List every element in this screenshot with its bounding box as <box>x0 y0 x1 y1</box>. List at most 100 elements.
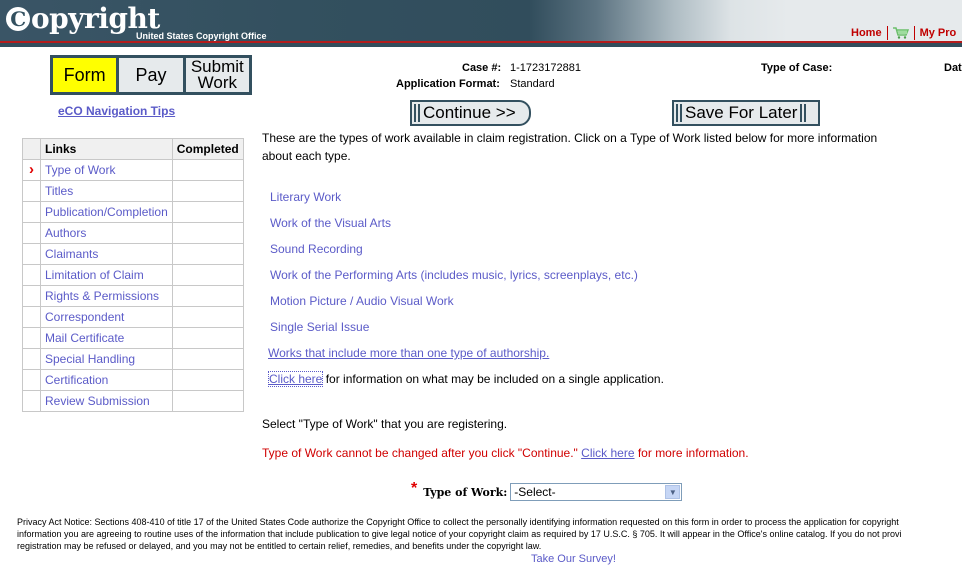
current-marker-cell <box>22 180 41 202</box>
save-button-label: Save For Later <box>685 103 798 122</box>
type-of-work-select[interactable]: -Select- ▼ <box>510 483 683 501</box>
continue-button[interactable]: Continue >> <box>410 100 531 126</box>
current-marker-cell <box>22 369 41 391</box>
current-marker-cell: › <box>22 159 41 181</box>
completed-cell <box>171 222 244 244</box>
save-for-later-button[interactable]: Save For Later <box>672 100 820 126</box>
home-link[interactable]: Home <box>851 27 882 39</box>
completed-cell <box>171 285 244 307</box>
completed-cell <box>171 306 244 328</box>
links-table-row: Rights & Permissions <box>22 285 244 307</box>
sidebar-link[interactable]: Mail Certificate <box>40 327 173 349</box>
work-type-link[interactable]: Literary Work <box>270 188 638 214</box>
single-application-text: for information on what may be included … <box>322 372 664 386</box>
header-bottom-bar <box>0 43 962 47</box>
chevron-down-icon[interactable]: ▼ <box>665 485 681 499</box>
current-marker-cell <box>22 390 41 412</box>
current-marker-cell <box>22 264 41 286</box>
type-of-work-selected-value: -Select- <box>514 485 556 499</box>
sidebar-link[interactable]: Certification <box>40 369 173 391</box>
completed-cell <box>171 264 244 286</box>
sidebar-link[interactable]: Titles <box>40 180 173 202</box>
button-grip-icon <box>414 104 420 122</box>
current-marker-cell <box>22 327 41 349</box>
work-type-link[interactable]: Work of the Visual Arts <box>270 214 638 240</box>
logo-subtitle: United States Copyright Office <box>136 31 267 41</box>
button-grip-icon <box>800 104 807 122</box>
sidebar-link[interactable]: Authors <box>40 222 173 244</box>
warning-text: Type of Work cannot be changed after you… <box>262 446 582 460</box>
completed-cell <box>171 348 244 370</box>
links-table: Links Completed › Type of Work Titles Publi… <box>22 138 244 412</box>
navigation-tips-link[interactable]: eCO Navigation Tips <box>58 104 175 118</box>
completed-cell <box>171 369 244 391</box>
application-format-value: Standard <box>510 78 555 90</box>
completed-cell <box>171 243 244 265</box>
current-marker-cell <box>22 201 41 223</box>
single-application-click-here-link[interactable]: Click here <box>267 371 324 387</box>
single-application-info: Click here for information on what may b… <box>267 371 664 387</box>
step-pay[interactable]: Pay <box>119 58 183 92</box>
sidebar-link[interactable]: Special Handling <box>40 348 173 370</box>
step-form[interactable]: Form <box>53 58 117 92</box>
type-of-work-warning: Type of Work cannot be changed after you… <box>262 446 749 460</box>
step-submit-work[interactable]: Submit Work <box>185 57 249 92</box>
step-submit-work-label: Submit Work <box>190 57 244 92</box>
links-table-row: Authors <box>22 222 244 244</box>
privacy-notice-line: registration may be refused or delayed, … <box>17 541 542 551</box>
links-table-row: Limitation of Claim <box>22 264 244 286</box>
sidebar-link[interactable]: Rights & Permissions <box>40 285 173 307</box>
sidebar-link[interactable]: Publication/Completion <box>40 201 173 223</box>
links-table-row: Titles <box>22 180 244 202</box>
current-marker-cell <box>22 348 41 370</box>
shopping-cart-icon[interactable] <box>892 27 909 39</box>
type-of-work-label: Type of Work: <box>423 485 508 499</box>
warning-text-after: for more information. <box>634 446 749 460</box>
work-type-link[interactable]: Motion Picture / Audio Visual Work <box>270 292 638 318</box>
type-of-case-label: Type of Case: <box>761 62 833 74</box>
links-table-row: Special Handling <box>22 348 244 370</box>
multiple-authorship-link[interactable]: Works that include more than one type of… <box>268 346 549 360</box>
sidebar-link[interactable]: Type of Work <box>40 159 173 181</box>
links-column-header: Links <box>40 138 173 160</box>
application-format-label: Application Format: <box>396 78 500 90</box>
button-grip-icon <box>676 104 682 122</box>
links-table-row: Mail Certificate <box>22 327 244 349</box>
work-type-link[interactable]: Single Serial Issue <box>270 318 638 344</box>
type-of-work-field: * Type of Work: -Select- ▼ <box>411 480 683 501</box>
continue-button-label: Continue >> <box>423 103 516 122</box>
current-step-arrow-icon: › <box>29 161 34 178</box>
sidebar-link[interactable]: Review Submission <box>40 390 173 412</box>
sidebar-link[interactable]: Claimants <box>40 243 173 265</box>
more-info-click-here-link[interactable]: Click here <box>581 446 634 460</box>
links-table-header: Links Completed <box>22 138 244 160</box>
nav-separator <box>913 26 915 40</box>
current-marker-cell <box>22 306 41 328</box>
select-instruction: Select "Type of Work" that you are regis… <box>262 417 508 431</box>
sidebar-link[interactable]: Correspondent <box>40 306 173 328</box>
intro-text: These are the types of work available in… <box>262 131 878 163</box>
nav-separator <box>886 26 888 40</box>
links-table-row: Claimants <box>22 243 244 265</box>
step-tabs: Form Pay Submit Work <box>50 55 252 95</box>
completed-cell <box>171 180 244 202</box>
my-profile-link[interactable]: My Pro <box>920 27 957 39</box>
top-nav: Home My Pro <box>851 26 956 40</box>
work-type-link[interactable]: Work of the Performing Arts (includes mu… <box>270 266 638 292</box>
copyright-c-icon: C <box>6 7 30 31</box>
current-marker-cell <box>22 285 41 307</box>
links-table-row: Review Submission <box>22 390 244 412</box>
privacy-notice-line: information you are agreeing to routine … <box>17 529 902 539</box>
completed-cell <box>171 159 244 181</box>
links-table-row: › Type of Work <box>22 159 244 181</box>
links-table-row: Correspondent <box>22 306 244 328</box>
case-number-label: Case #: <box>462 62 502 74</box>
work-type-list: Literary Work Work of the Visual Arts Soun… <box>270 188 638 344</box>
completed-cell <box>171 327 244 349</box>
completed-cell <box>171 390 244 412</box>
work-type-link[interactable]: Sound Recording <box>270 240 638 266</box>
date-label: Dat <box>944 62 962 74</box>
sidebar-link[interactable]: Limitation of Claim <box>40 264 173 286</box>
take-survey-link[interactable]: Take Our Survey! <box>531 553 616 565</box>
completed-column-header: Completed <box>171 138 244 160</box>
